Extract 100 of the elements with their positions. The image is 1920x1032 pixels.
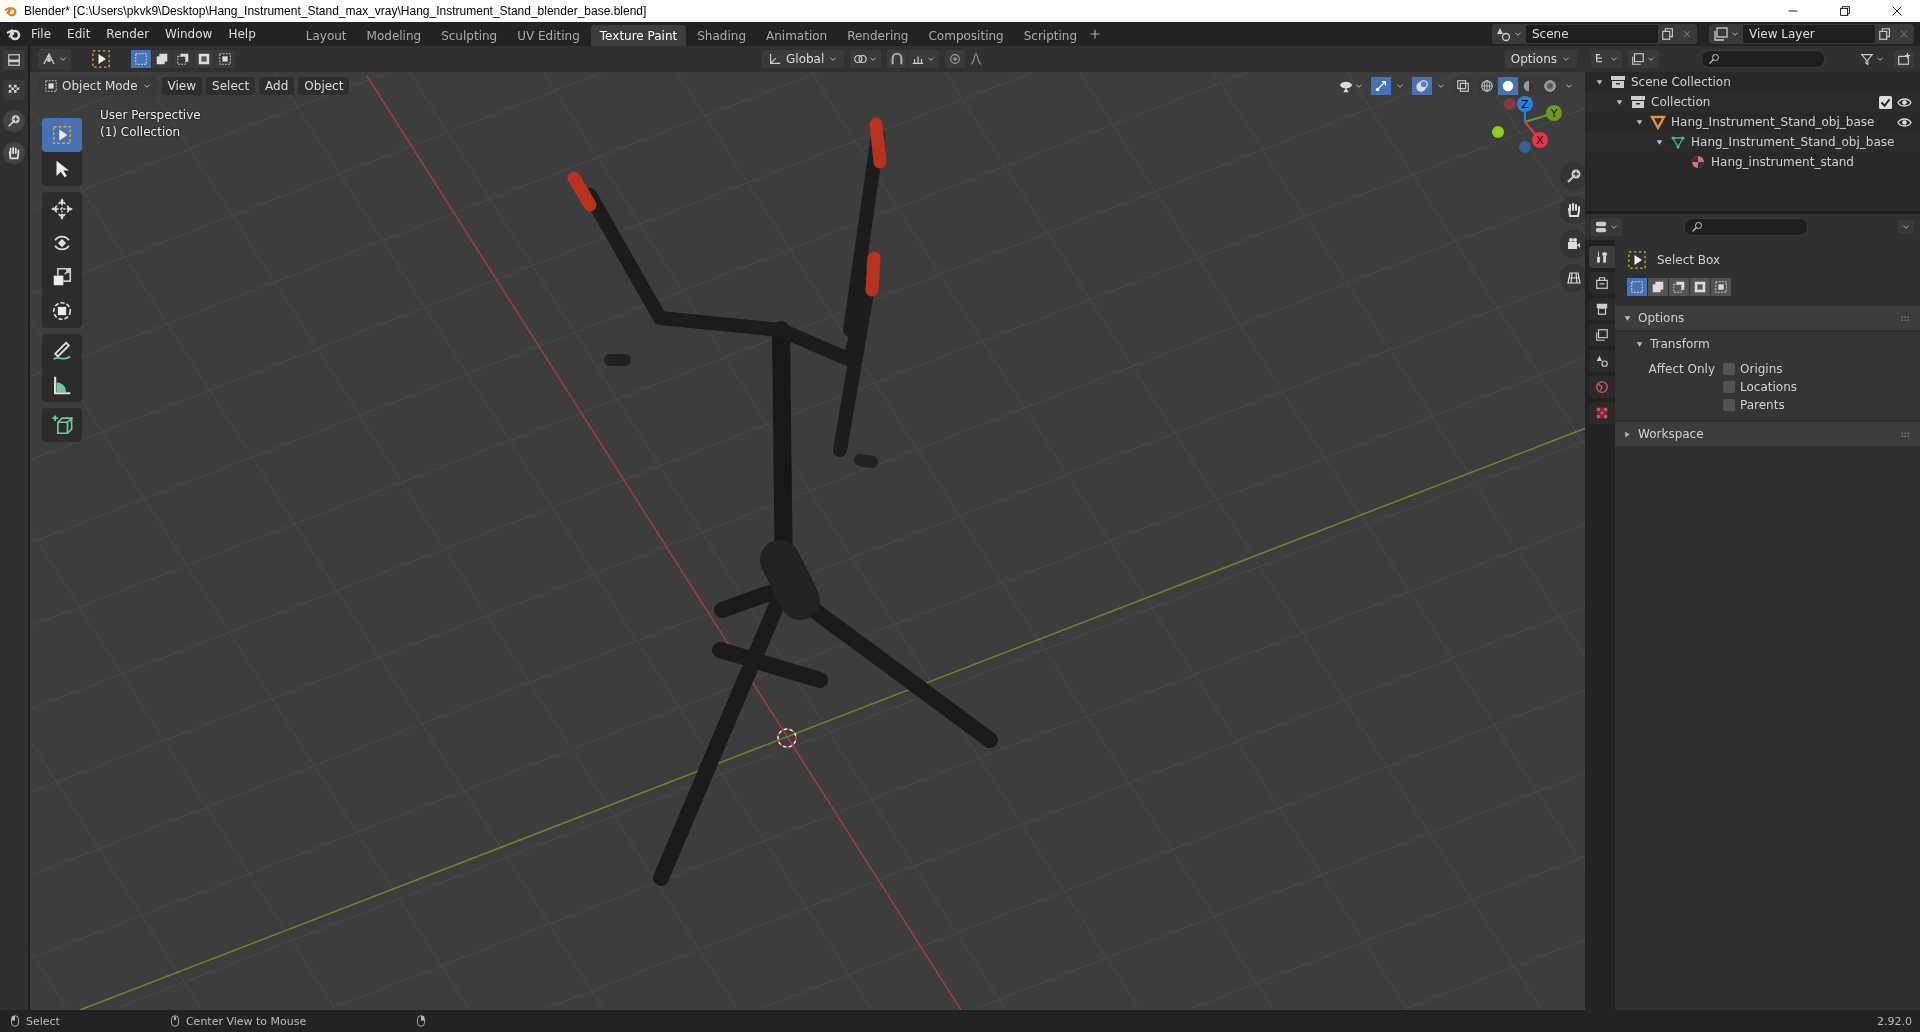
zoom-icon[interactable]: [7, 114, 21, 128]
properties-icon[interactable]: [1594, 220, 1608, 234]
workspace-tab[interactable]: Shading: [688, 25, 755, 47]
pivot-icon[interactable]: [853, 52, 868, 66]
copy-icon[interactable]: [1878, 27, 1892, 41]
select-mode-button[interactable]: [1669, 278, 1689, 296]
menu-item[interactable]: Render: [99, 25, 157, 43]
search-field[interactable]: [1684, 218, 1808, 236]
workspace-tab[interactable]: Modeling: [357, 25, 431, 47]
status-hint: Select: [26, 1014, 60, 1028]
workspace-tab[interactable]: Animation: [757, 25, 837, 47]
search-icon: [1691, 221, 1703, 233]
copy-icon[interactable]: [1661, 27, 1675, 41]
checkbox[interactable]: [1723, 381, 1735, 393]
falloff-curve-icon[interactable]: [969, 52, 984, 66]
move-icon: [51, 198, 73, 220]
outliner-item[interactable]: Hang_Instrument_Stand_obj_base: [1691, 135, 1912, 149]
panel-header[interactable]: Workspace: [1615, 422, 1920, 446]
view-layer-selector[interactable]: View Layer: [1709, 24, 1914, 44]
search-field[interactable]: [1701, 50, 1825, 68]
disclosure-triangle-icon: [1635, 339, 1644, 349]
outliner-item[interactable]: Hang_instrument_stand: [1711, 155, 1912, 169]
menu-item[interactable]: Help: [221, 25, 263, 43]
new-collection-icon[interactable]: [1897, 52, 1911, 66]
properties-tab[interactable]: [1589, 324, 1615, 346]
panel-header[interactable]: Options: [1615, 306, 1920, 330]
menu-item[interactable]: Edit: [60, 25, 98, 43]
tool-icon: [1595, 250, 1609, 264]
disclosure-triangle-icon[interactable]: [1654, 137, 1664, 147]
shading-mode-button[interactable]: [1498, 77, 1518, 95]
workspace-tab[interactable]: Scripting: [1014, 25, 1087, 47]
workspace-tab[interactable]: Layout: [296, 25, 356, 47]
editor-type-icon[interactable]: [7, 53, 21, 67]
scene-selector[interactable]: Scene: [1492, 24, 1697, 44]
workspace-tab[interactable]: Sculpting: [432, 25, 507, 47]
workspace-tab[interactable]: Rendering: [838, 25, 918, 47]
properties-tab[interactable]: [1589, 298, 1615, 320]
cone-sphere-icon: [1595, 354, 1609, 368]
properties-tab[interactable]: [1589, 272, 1615, 294]
hand-icon[interactable]: [1566, 202, 1582, 218]
printer-icon: [1595, 302, 1609, 316]
gizmo-icon[interactable]: [1374, 79, 1388, 93]
outliner-item[interactable]: Collection: [1651, 95, 1874, 109]
checkbox-label: Origins: [1740, 362, 1783, 376]
viewport-menu[interactable]: Object: [298, 77, 350, 95]
select-mode-button[interactable]: [152, 50, 172, 68]
disclosure-triangle-icon[interactable]: [1634, 117, 1644, 127]
workspace-tab[interactable]: Texture Paint: [590, 25, 687, 47]
mesh-triangle-icon: [1670, 134, 1686, 150]
outliner-item[interactable]: Scene Collection: [1631, 75, 1912, 89]
tool-name: Select Box: [1657, 253, 1721, 267]
camera-icon[interactable]: [1566, 236, 1582, 252]
proportional-icon[interactable]: [948, 52, 963, 66]
select-mode-button[interactable]: [1690, 278, 1710, 296]
workspace-tab[interactable]: UV Editing: [508, 25, 589, 47]
viewport-menu[interactable]: Add: [259, 77, 295, 95]
workspace-tab[interactable]: Compositing: [919, 25, 1013, 47]
triangle-icon: [1650, 114, 1666, 130]
properties-tab[interactable]: [1589, 246, 1615, 268]
select-mode-button[interactable]: [1648, 278, 1668, 296]
checkbox-label: Parents: [1740, 398, 1785, 412]
visibility-icon[interactable]: [1339, 79, 1353, 93]
disclosure-triangle-icon[interactable]: [1614, 97, 1624, 107]
mode-dropdown[interactable]: Object Mode: [38, 77, 158, 95]
select-mode-button[interactable]: [194, 50, 214, 68]
select-mode-button[interactable]: [173, 50, 193, 68]
viewport-menu[interactable]: View: [161, 77, 203, 95]
editor-type-icon[interactable]: [41, 51, 57, 67]
checkbox[interactable]: [1723, 363, 1735, 375]
options-dropdown[interactable]: Options: [1504, 50, 1577, 68]
hand-icon[interactable]: [7, 146, 21, 160]
scene-icon: [1496, 26, 1512, 42]
subpanel-header[interactable]: Transform: [1615, 332, 1920, 356]
xray-icon[interactable]: [1456, 79, 1470, 93]
magnet-icon[interactable]: [890, 52, 905, 66]
select-mode-button[interactable]: [215, 50, 235, 68]
orientation-dropdown[interactable]: Global: [762, 50, 845, 68]
image-stack-icon[interactable]: [1631, 52, 1645, 66]
grid-icon[interactable]: [1566, 270, 1582, 286]
collection-box-icon: [1610, 74, 1626, 90]
disclosure-triangle-icon[interactable]: [1594, 77, 1604, 87]
zoom-icon[interactable]: [1566, 168, 1582, 184]
properties-tab[interactable]: [1589, 350, 1615, 372]
object-mode-icon: [44, 79, 58, 93]
blender-logo-icon[interactable]: [6, 26, 22, 42]
viewport-menu[interactable]: Select: [206, 77, 256, 95]
menu-item[interactable]: Window: [158, 25, 220, 43]
filter-icon[interactable]: [1860, 52, 1874, 66]
checkbox[interactable]: [1879, 95, 1892, 109]
axis-gizmo-drawing[interactable]: Z Y X: [1490, 94, 1585, 174]
overlay-icon[interactable]: [1415, 79, 1429, 93]
disclosure-triangle-icon: [1623, 313, 1632, 323]
select-box-icon[interactable]: [91, 49, 111, 69]
outliner-item[interactable]: Hang_Instrument_Stand_obj_base: [1671, 115, 1892, 129]
close-icon[interactable]: [1890, 4, 1904, 18]
menu-item[interactable]: File: [24, 25, 59, 43]
select-mode-icon: [134, 52, 148, 66]
checkbox[interactable]: [1723, 399, 1735, 411]
restore-icon[interactable]: [1838, 4, 1852, 18]
select-mode-button[interactable]: [1711, 278, 1731, 296]
